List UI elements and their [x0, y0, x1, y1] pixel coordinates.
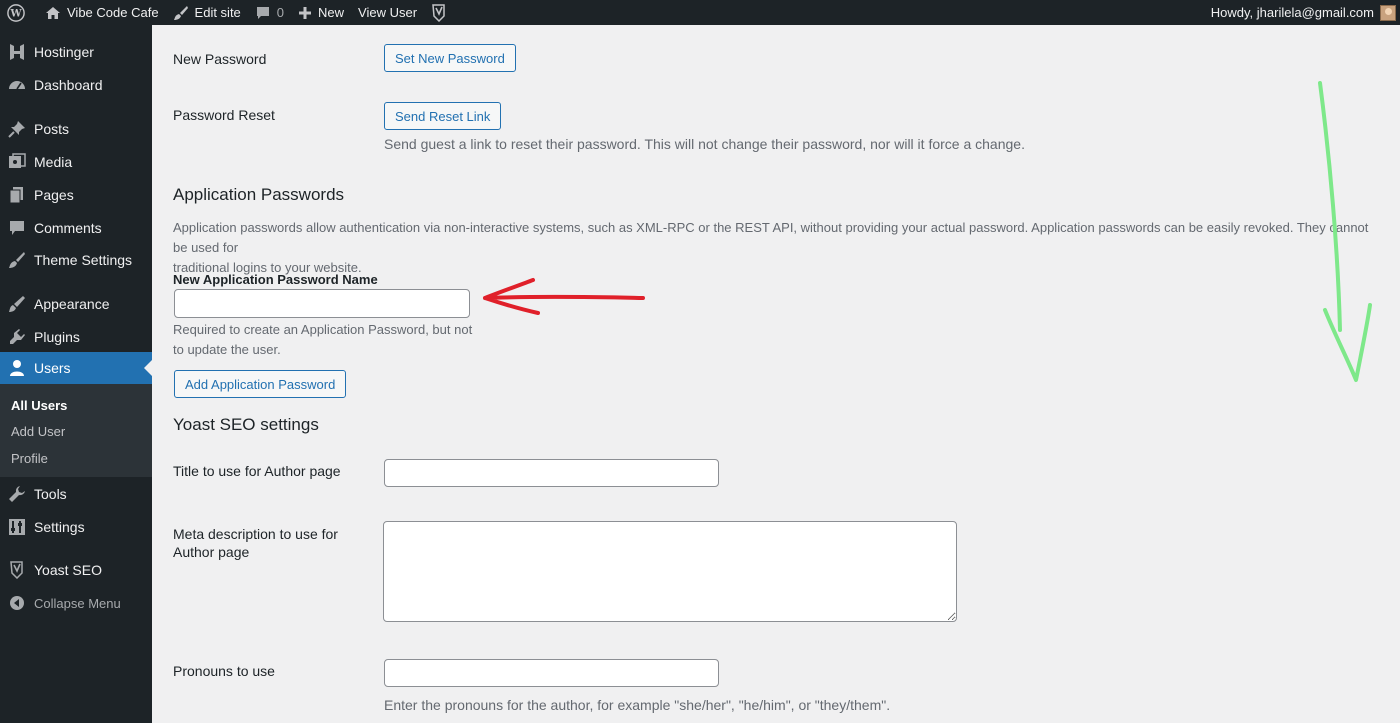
home-icon	[46, 6, 60, 19]
sidebar-item-media[interactable]: Media	[0, 146, 152, 178]
sidebar-item-label: Yoast SEO	[34, 562, 102, 578]
meta-description-textarea[interactable]	[383, 521, 957, 622]
admin-sidebar: Hostinger Dashboard Posts Media Pages Co…	[0, 25, 152, 723]
my-account[interactable]: Howdy, jharilela@gmail.com	[1211, 0, 1400, 25]
edit-site-link[interactable]: Edit site	[166, 0, 248, 25]
sidebar-item-label: Media	[34, 154, 73, 170]
dashboard-icon	[7, 75, 27, 95]
view-user-link[interactable]: View User	[351, 0, 424, 25]
submenu-all-users[interactable]: All Users	[11, 398, 67, 413]
plus-icon	[299, 6, 312, 19]
avatar	[1380, 4, 1396, 21]
sidebar-item-label: Dashboard	[34, 77, 103, 93]
pronouns-label: Pronouns to use	[173, 663, 275, 679]
sidebar-item-yoast-seo[interactable]: Yoast SEO	[0, 554, 152, 586]
collapse-menu-label: Collapse Menu	[34, 595, 121, 611]
new-password-label: New Password	[173, 51, 267, 67]
sidebar-item-label: Tools	[34, 486, 67, 502]
view-user-label: View User	[358, 5, 418, 20]
sidebar-item-label: Comments	[34, 220, 102, 236]
app-password-help: Required to create an Application Passwo…	[173, 322, 473, 357]
sidebar-item-dashboard[interactable]: Dashboard	[0, 69, 152, 101]
reset-description: Send guest a link to reset their passwor…	[384, 136, 1025, 152]
edit-site-label: Edit site	[194, 5, 241, 20]
brush-icon	[173, 5, 188, 20]
pronouns-description: Enter the pronouns for the author, for e…	[384, 697, 891, 713]
site-name: Vibe Code Cafe	[67, 5, 159, 20]
admin-bar: W Vibe Code Cafe Edit site 0 New View Us…	[0, 0, 1400, 25]
site-name-link[interactable]: Vibe Code Cafe	[38, 0, 166, 25]
sidebar-item-label: Pages	[34, 187, 74, 203]
submenu-add-user[interactable]: Add User	[11, 424, 65, 439]
new-content-link[interactable]: New	[291, 0, 351, 25]
send-reset-link-button[interactable]: Send Reset Link	[384, 102, 502, 130]
wrench-icon	[7, 484, 27, 504]
pages-icon	[7, 185, 27, 205]
comments-link[interactable]: 0	[248, 0, 291, 25]
sidebar-item-label: Users	[34, 360, 71, 376]
sidebar-item-pages[interactable]: Pages	[0, 179, 152, 211]
main-content: New Password Set New Password Password R…	[152, 25, 1400, 723]
password-reset-label: Password Reset	[173, 107, 275, 123]
new-label: New	[318, 5, 345, 20]
yoast-icon	[432, 3, 445, 22]
howdy-text: Howdy, jharilela@gmail.com	[1210, 5, 1374, 20]
sidebar-item-hostinger[interactable]: Hostinger	[0, 36, 152, 68]
brush-icon	[7, 250, 27, 270]
comments-count: 0	[276, 5, 285, 20]
sidebar-item-label: Posts	[34, 121, 70, 137]
sidebar-item-appearance[interactable]: Appearance	[0, 288, 152, 320]
users-submenu: All Users Add User Profile	[0, 384, 152, 477]
settings-icon	[7, 517, 27, 537]
collapse-arrow-icon	[7, 593, 27, 613]
add-application-password-button[interactable]: Add Application Password	[174, 370, 347, 398]
user-icon	[7, 358, 27, 378]
sidebar-item-tools[interactable]: Tools	[0, 478, 152, 510]
author-title-label: Title to use for Author page	[173, 463, 341, 479]
sidebar-item-label: Plugins	[34, 329, 80, 345]
yoast-icon	[7, 560, 27, 580]
sidebar-item-label: Hostinger	[34, 44, 94, 60]
media-icon	[7, 152, 27, 172]
author-title-input[interactable]	[384, 459, 719, 487]
application-passwords-heading: Application Passwords	[173, 185, 345, 204]
comment-icon	[256, 6, 269, 19]
pushpin-icon	[7, 119, 27, 139]
sidebar-item-plugins[interactable]: Plugins	[0, 321, 152, 353]
yoast-seo-heading: Yoast SEO settings	[173, 415, 319, 434]
sidebar-item-label: Settings	[34, 519, 85, 535]
svg-text:W: W	[9, 8, 22, 19]
meta-description-label: Meta description to use for Author page	[173, 526, 338, 560]
set-new-password-button[interactable]: Set New Password	[384, 44, 516, 72]
hostinger-icon	[7, 42, 27, 62]
sidebar-item-comments[interactable]: Comments	[0, 212, 152, 244]
wordpress-logo-button[interactable]: W	[0, 0, 38, 25]
comment-icon	[7, 218, 27, 238]
yoast-adminbar-button[interactable]	[424, 0, 460, 25]
sidebar-item-posts[interactable]: Posts	[0, 113, 152, 145]
sidebar-item-theme-settings[interactable]: Theme Settings	[0, 244, 152, 276]
sidebar-item-settings[interactable]: Settings	[0, 511, 152, 543]
application-passwords-description: Application passwords allow authenticati…	[173, 220, 1369, 275]
sidebar-item-label: Theme Settings	[34, 252, 133, 268]
collapse-menu-button[interactable]: Collapse Menu	[0, 587, 152, 619]
appearance-icon	[7, 294, 27, 314]
plugin-icon	[7, 327, 27, 347]
sidebar-item-users[interactable]: Users	[0, 352, 152, 384]
app-password-name-label: New Application Password Name	[173, 272, 378, 287]
submenu-profile[interactable]: Profile	[11, 451, 48, 466]
sidebar-item-label: Appearance	[34, 296, 110, 312]
pronouns-input[interactable]	[384, 659, 719, 687]
app-password-name-input[interactable]	[174, 289, 470, 318]
wordpress-icon: W	[7, 3, 25, 22]
